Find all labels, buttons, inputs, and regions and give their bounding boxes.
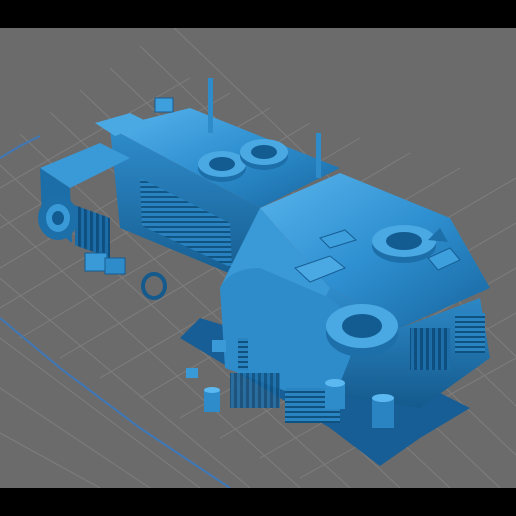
roof-tire-icon-2 bbox=[240, 139, 288, 170]
top-letterbox bbox=[0, 0, 516, 28]
viewport-canvas[interactable] bbox=[0, 28, 516, 488]
side-vent bbox=[410, 328, 450, 370]
exhaust-pipe-icon-2 bbox=[316, 133, 321, 178]
ladder-icon bbox=[238, 338, 248, 370]
crate-icon-2 bbox=[84, 252, 108, 272]
3d-viewer[interactable] bbox=[0, 0, 516, 516]
front-tire-icon bbox=[38, 196, 78, 240]
bottom-letterbox bbox=[0, 488, 516, 516]
front-spare-tire-icon bbox=[326, 304, 398, 357]
barrel-icon-2 bbox=[372, 394, 394, 428]
side-vent-2 bbox=[455, 313, 485, 353]
small-crate-icon bbox=[186, 368, 198, 378]
roof-tire-icon-1 bbox=[198, 151, 246, 182]
crate-icon bbox=[154, 97, 174, 113]
barrel-icon-3 bbox=[204, 387, 220, 412]
lower-panel bbox=[230, 373, 280, 408]
crate-icon-3 bbox=[104, 257, 126, 275]
barrel-icon bbox=[325, 379, 345, 409]
small-box-icon bbox=[212, 340, 226, 352]
roof-tire-icon-3 bbox=[372, 225, 436, 263]
exhaust-pipe-icon bbox=[208, 78, 213, 133]
